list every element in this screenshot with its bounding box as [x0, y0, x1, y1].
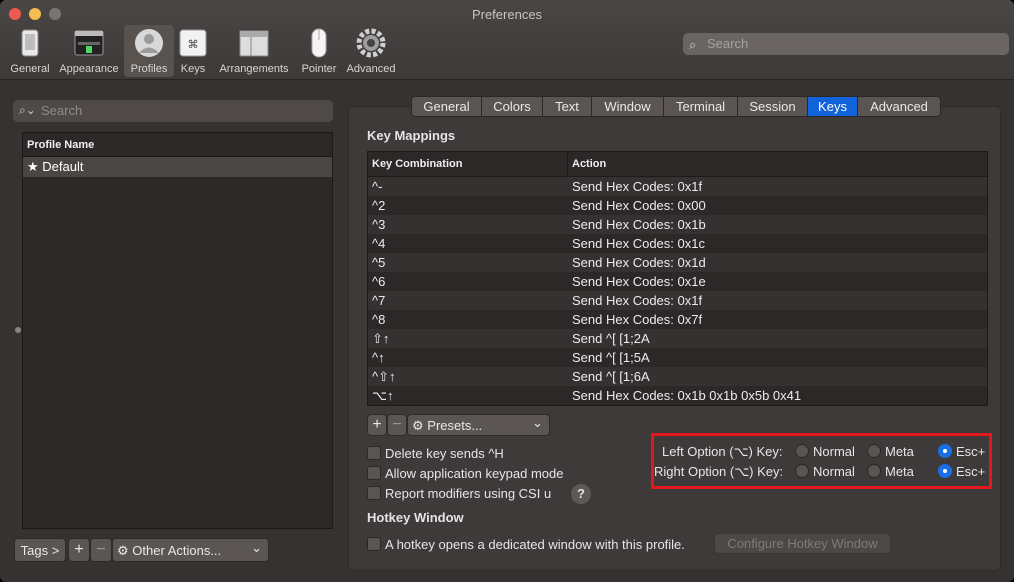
chevron-down-icon: ⌄	[532, 415, 543, 430]
csi-u-label: Report modifiers using CSI u	[385, 486, 552, 501]
highlight-annotation	[651, 433, 992, 489]
toolbar-general[interactable]: General	[5, 25, 55, 77]
add-profile-button[interactable]: +	[68, 538, 90, 562]
toolbar-profiles[interactable]: Profiles	[124, 25, 174, 77]
table-row[interactable]: ^3 Send Hex Codes: 0x1b	[368, 215, 987, 234]
configure-hotkey-window-button[interactable]: Configure Hotkey Window	[714, 533, 891, 554]
tags-button[interactable]: Tags >	[14, 538, 66, 562]
star-icon: ★	[27, 159, 39, 174]
table-row[interactable]: ⇧↑ Send ^[ [1;2A	[368, 329, 987, 348]
hotkey-label: A hotkey opens a dedicated window with t…	[385, 537, 685, 552]
key-mappings-title: Key Mappings	[367, 128, 456, 143]
key-mappings-table[interactable]: Key Combination Action ^- Send Hex Codes:…	[367, 151, 988, 406]
delete-sends-h-checkbox[interactable]	[367, 446, 381, 460]
table-row[interactable]: ^↑ Send ^[ [1;5A	[368, 348, 987, 367]
hotkey-window-title: Hotkey Window	[367, 510, 464, 525]
table-row[interactable]: ^5 Send Hex Codes: 0x1d	[368, 253, 987, 272]
tab-text[interactable]: Text	[543, 97, 592, 116]
toolbar-appearance[interactable]: Appearance	[56, 25, 122, 77]
key-mappings-header: Key Combination Action	[368, 152, 987, 177]
tab-terminal[interactable]: Terminal	[664, 97, 738, 116]
search-icon: ⌕	[689, 37, 697, 52]
general-icon	[14, 28, 46, 58]
column-action[interactable]: Action	[572, 158, 606, 170]
column-key-combination[interactable]: Key Combination	[372, 158, 462, 170]
window-title: Preferences	[471, 7, 543, 22]
help-button[interactable]: ?	[571, 484, 591, 504]
search-icon: ⌕⌄	[19, 103, 36, 117]
app-keypad-checkbox[interactable]	[367, 466, 381, 480]
other-actions-menu[interactable]: ⚙ Other Actions... ⌄	[112, 538, 269, 562]
arrangements-icon	[238, 28, 270, 58]
profile-name-header[interactable]: Profile Name	[23, 133, 332, 157]
title-bar: Preferences General Appearance Profiles …	[0, 0, 1014, 80]
preferences-window: Preferences General Appearance Profiles …	[0, 0, 1014, 582]
profile-search-input[interactable]: ⌕⌄ Search	[13, 100, 333, 122]
toolbar-search-input[interactable]: ⌕ Search	[683, 33, 1009, 55]
profile-tabs: General Colors Text Window Terminal Sess…	[411, 96, 941, 117]
toolbar-arrangements[interactable]: Arrangements	[214, 25, 294, 77]
add-mapping-button[interactable]: +	[367, 414, 387, 436]
tab-colors[interactable]: Colors	[482, 97, 543, 116]
tab-keys[interactable]: Keys	[808, 97, 858, 116]
toolbar-pointer[interactable]: Pointer	[297, 25, 341, 77]
split-handle[interactable]	[15, 327, 21, 333]
appearance-icon	[73, 28, 105, 58]
profile-list[interactable]: Profile Name ★ Default	[22, 132, 333, 529]
remove-profile-button[interactable]: −	[90, 538, 112, 562]
remove-mapping-button[interactable]: −	[387, 414, 407, 436]
toolbar-keys[interactable]: ⌘ Keys	[175, 25, 211, 77]
gear-icon: ⚙	[117, 543, 133, 558]
table-row[interactable]: ^⇧↑ Send ^[ [1;6A	[368, 367, 987, 386]
tab-window[interactable]: Window	[592, 97, 664, 116]
presets-menu[interactable]: ⚙ Presets... ⌄	[407, 414, 550, 436]
csi-u-checkbox[interactable]	[367, 486, 381, 500]
gear-icon: ⚙	[412, 418, 428, 433]
table-row[interactable]: ^2 Send Hex Codes: 0x00	[368, 196, 987, 215]
profile-name: Default	[42, 159, 84, 174]
table-row[interactable]: ^4 Send Hex Codes: 0x1c	[368, 234, 987, 253]
toolbar-advanced[interactable]: Advanced	[344, 25, 398, 77]
tab-advanced[interactable]: Advanced	[858, 97, 940, 116]
table-row[interactable]: ⌥↑ Send Hex Codes: 0x1b 0x1b 0x5b 0x41	[368, 386, 987, 405]
table-row[interactable]: ^6 Send Hex Codes: 0x1e	[368, 272, 987, 291]
profiles-icon	[133, 28, 165, 58]
table-row[interactable]: ^7 Send Hex Codes: 0x1f	[368, 291, 987, 310]
profile-row-default[interactable]: ★ Default	[23, 157, 332, 177]
table-row[interactable]: ^8 Send Hex Codes: 0x7f	[368, 310, 987, 329]
advanced-icon	[355, 28, 387, 58]
chevron-down-icon: ⌄	[251, 540, 262, 555]
svg-text:⌘: ⌘	[188, 38, 199, 51]
keys-icon: ⌘	[177, 28, 209, 58]
table-row[interactable]: ^- Send Hex Codes: 0x1f	[368, 177, 987, 196]
delete-sends-h-label: Delete key sends ^H	[385, 446, 504, 461]
tab-general[interactable]: General	[412, 97, 482, 116]
tab-session[interactable]: Session	[738, 97, 808, 116]
app-keypad-label: Allow application keypad mode	[385, 466, 564, 481]
pointer-icon	[303, 28, 335, 58]
hotkey-checkbox[interactable]	[367, 537, 381, 551]
